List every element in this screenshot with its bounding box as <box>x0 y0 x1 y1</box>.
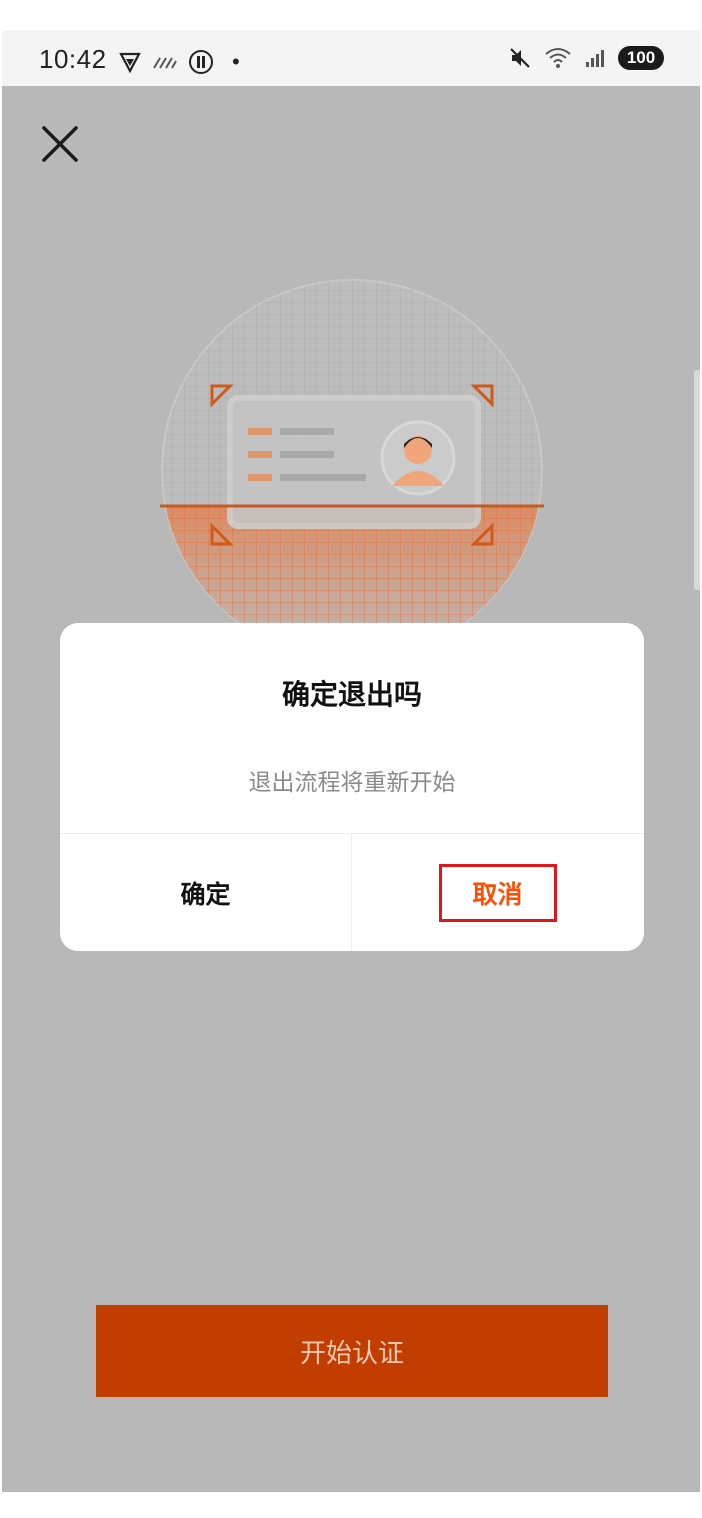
start-verification-button[interactable]: 开始认证 <box>96 1305 608 1397</box>
status-left-icons: • <box>118 49 240 75</box>
battery-icon: 100 <box>618 46 664 70</box>
vpn-icon <box>119 52 141 74</box>
id-card-scan-svg <box>160 279 544 661</box>
id-card-scan-illustration <box>160 278 544 662</box>
exit-confirm-dialog: 确定退出吗 退出流程将重新开始 确定 取消 <box>60 623 644 951</box>
close-button[interactable] <box>38 122 82 166</box>
record-icon <box>189 50 213 74</box>
cell-signal-icon <box>586 50 604 67</box>
mute-icon <box>510 48 530 68</box>
confirm-button[interactable]: 确定 <box>60 834 351 951</box>
wifi-icon <box>545 48 571 68</box>
cancel-button[interactable]: 取消 <box>352 834 643 951</box>
close-icon <box>42 126 78 162</box>
cancel-button-label: 取消 <box>438 863 557 922</box>
dialog-message: 退出流程将重新开始 <box>248 770 456 796</box>
status-right-icons: 100 <box>508 46 664 70</box>
battery-level: 100 <box>626 48 656 67</box>
edge-handle <box>694 370 700 590</box>
phone-screen: 10:42 • 100 确定退出吗 退出流程将重新开始 确定 取消 开始认证 <box>2 30 700 1492</box>
signal-off-icon <box>153 57 177 69</box>
status-time: 10:42 <box>39 44 107 74</box>
status-dot: • <box>232 49 240 74</box>
dialog-title: 确定退出吗 <box>281 678 422 711</box>
status-bar: 10:42 • 100 <box>2 30 700 86</box>
